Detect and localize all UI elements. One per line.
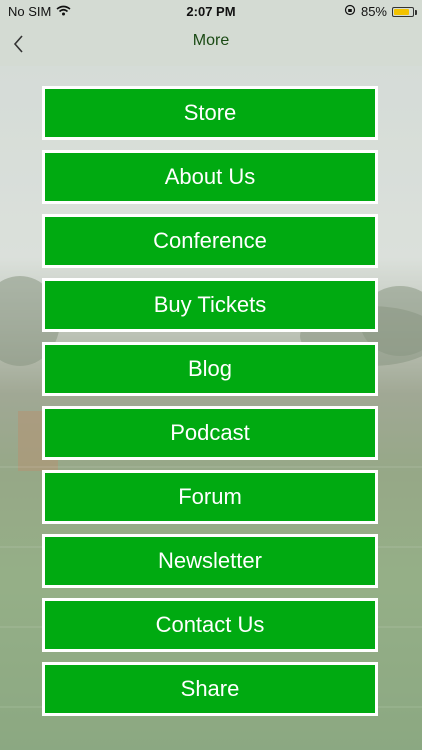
podcast-button[interactable]: Podcast: [42, 406, 378, 460]
page-title: More: [192, 32, 230, 49]
store-button[interactable]: Store: [42, 86, 378, 140]
more-menu: Store About Us Conference Buy Tickets Bl…: [42, 86, 378, 726]
rotation-lock-icon: [344, 4, 356, 19]
newsletter-button[interactable]: Newsletter: [42, 534, 378, 588]
share-button[interactable]: Share: [42, 662, 378, 716]
navigation-bar: More: [0, 24, 422, 66]
conference-button[interactable]: Conference: [42, 214, 378, 268]
blog-button[interactable]: Blog: [42, 342, 378, 396]
about-us-button[interactable]: About Us: [42, 150, 378, 204]
contact-us-button[interactable]: Contact Us: [42, 598, 378, 652]
buy-tickets-button[interactable]: Buy Tickets: [42, 278, 378, 332]
status-bar: No SIM 2:07 PM 85%: [0, 0, 422, 24]
battery-icon: [392, 6, 417, 17]
forum-button[interactable]: Forum: [42, 470, 378, 524]
battery-fill: [394, 8, 410, 15]
battery-percent: 85%: [360, 4, 387, 19]
